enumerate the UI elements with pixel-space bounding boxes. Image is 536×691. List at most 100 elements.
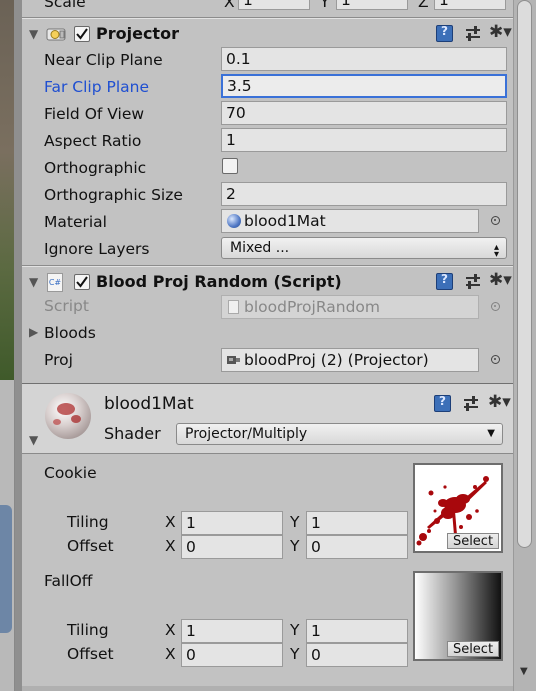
bloods-label[interactable]: Bloods <box>44 324 96 342</box>
dropdown-arrow-icon: ▼ <box>487 428 495 439</box>
bottom-edge <box>22 686 513 691</box>
cookie-select-button[interactable]: Select <box>447 533 499 549</box>
proj-picker-icon[interactable] <box>491 355 500 364</box>
preset-settings-icon[interactable] <box>464 25 482 43</box>
material-value: blood1Mat <box>244 212 326 230</box>
check-icon <box>76 276 88 288</box>
falloff-tiling-x-field[interactable]: 1 <box>181 619 283 643</box>
shader-label: Shader <box>104 424 161 443</box>
script-enabled-checkbox[interactable] <box>74 274 90 290</box>
divider <box>22 18 514 19</box>
falloff-texture-slot[interactable]: Select <box>413 571 503 661</box>
cookie-tiling-x-field[interactable]: 1 <box>181 511 283 535</box>
falloff-tiling-y-field[interactable]: 1 <box>306 619 408 643</box>
proj-object-field[interactable]: bloodProj (2) (Projector) <box>221 348 479 372</box>
script-label: Script <box>44 297 89 315</box>
scale-z-label: Z <box>418 0 429 11</box>
script-file-small-icon <box>228 300 239 314</box>
projector-foldout-icon[interactable]: ▼ <box>29 27 38 41</box>
near-clip-field[interactable]: 0.1 <box>221 47 507 71</box>
orthographic-checkbox[interactable] <box>222 158 238 174</box>
near-clip-label: Near Clip Plane <box>44 51 163 69</box>
scale-label: Scale <box>44 0 86 11</box>
projector-small-icon <box>227 356 240 364</box>
help-book-icon[interactable] <box>434 394 451 412</box>
updown-arrow-icon-lower: ▾ <box>493 249 499 260</box>
help-book-icon[interactable] <box>436 272 453 290</box>
falloff-offset-y-field[interactable]: 0 <box>306 643 408 667</box>
scale-y-label: Y <box>320 0 330 11</box>
ignore-layers-dropdown[interactable]: Mixed ... ▴ ▾ <box>221 237 507 260</box>
orthographic-label: Orthographic <box>44 159 147 177</box>
aspect-ratio-label: Aspect Ratio <box>44 132 142 150</box>
cookie-label: Cookie <box>44 464 97 482</box>
scale-x-label: X <box>224 0 235 11</box>
cookie-tiling-y-label: Y <box>290 513 300 531</box>
falloff-select-button[interactable]: Select <box>447 641 499 657</box>
cookie-tiling-x-label: X <box>165 513 176 531</box>
projector-enabled-checkbox[interactable] <box>74 26 90 42</box>
scroll-down-arrow-icon[interactable]: ▼ <box>520 666 528 677</box>
falloff-label: FallOff <box>44 572 93 590</box>
falloff-offset-y-label: Y <box>290 645 300 663</box>
field-of-view-label: Field Of View <box>44 105 145 123</box>
falloff-tiling-x-label: X <box>165 621 176 639</box>
script-file-icon: C# <box>47 273 63 292</box>
field-of-view-field[interactable]: 70 <box>221 101 507 125</box>
shader-value: Projector/Multiply <box>185 426 308 442</box>
far-clip-label: Far Clip Plane <box>44 78 150 96</box>
cookie-offset-y-label: Y <box>290 537 300 555</box>
falloff-tiling-label: Tiling <box>67 621 109 639</box>
aspect-ratio-field[interactable]: 1 <box>221 128 507 152</box>
script-foldout-icon[interactable]: ▼ <box>29 275 38 289</box>
scene-edge-thumb[interactable] <box>0 505 12 633</box>
falloff-offset-label: Offset <box>67 645 114 663</box>
proj-value: bloodProj (2) (Projector) <box>244 351 429 369</box>
material-foldout-icon[interactable]: ▼ <box>29 433 38 447</box>
scene-edge-dark <box>0 0 14 380</box>
cookie-offset-label: Offset <box>67 537 114 555</box>
help-book-icon[interactable] <box>436 24 453 42</box>
gear-menu-icon[interactable]: ✱▾ <box>489 24 512 41</box>
material-picker-icon[interactable] <box>491 216 500 225</box>
ignore-layers-value: Mixed ... <box>230 240 290 256</box>
falloff-tiling-y-label: Y <box>290 621 300 639</box>
divider <box>22 453 514 454</box>
scale-z-field[interactable]: 1 <box>434 0 506 10</box>
blood-splat <box>71 415 81 423</box>
inspector-scrollbar-thumb[interactable] <box>517 0 532 548</box>
divider <box>22 266 514 267</box>
script-picker-icon <box>491 302 500 311</box>
check-icon <box>76 28 88 40</box>
falloff-offset-x-field[interactable]: 0 <box>181 643 283 667</box>
shader-dropdown[interactable]: Projector/Multiply ▼ <box>176 423 503 445</box>
gear-menu-icon[interactable]: ✱▾ <box>488 394 511 411</box>
material-object-field[interactable]: blood1Mat <box>221 209 479 233</box>
material-sphere-icon <box>227 214 241 228</box>
far-clip-field[interactable]: 3.5 <box>221 74 507 98</box>
cookie-offset-y-field[interactable]: 0 <box>306 535 408 559</box>
script-object-field: bloodProjRandom <box>221 295 479 319</box>
orthographic-size-field[interactable]: 2 <box>221 182 507 206</box>
material-name: blood1Mat <box>104 394 194 414</box>
cookie-offset-x-label: X <box>165 537 176 555</box>
ignore-layers-label: Ignore Layers <box>44 240 150 258</box>
inspector-scrollbar[interactable]: ▼ <box>513 0 536 691</box>
preset-settings-icon[interactable] <box>462 395 480 413</box>
preset-settings-icon[interactable] <box>464 273 482 291</box>
material-label: Material <box>44 213 107 231</box>
cookie-offset-x-field[interactable]: 0 <box>181 535 283 559</box>
gear-menu-icon[interactable]: ✱▾ <box>489 272 512 289</box>
scale-x-field[interactable]: 1 <box>238 0 310 10</box>
falloff-offset-x-label: X <box>165 645 176 663</box>
blood-splat <box>57 403 75 415</box>
cookie-tiling-label: Tiling <box>67 513 109 531</box>
cookie-texture-slot[interactable]: Select <box>413 463 503 553</box>
scene-view-edge <box>0 0 22 691</box>
bloods-foldout-icon[interactable]: ▶ <box>29 325 38 339</box>
cookie-tiling-y-field[interactable]: 1 <box>306 511 408 535</box>
scale-y-field[interactable]: 1 <box>336 0 408 10</box>
material-preview-sphere <box>45 393 91 439</box>
proj-label: Proj <box>44 351 73 369</box>
projector-component-icon <box>46 28 66 41</box>
